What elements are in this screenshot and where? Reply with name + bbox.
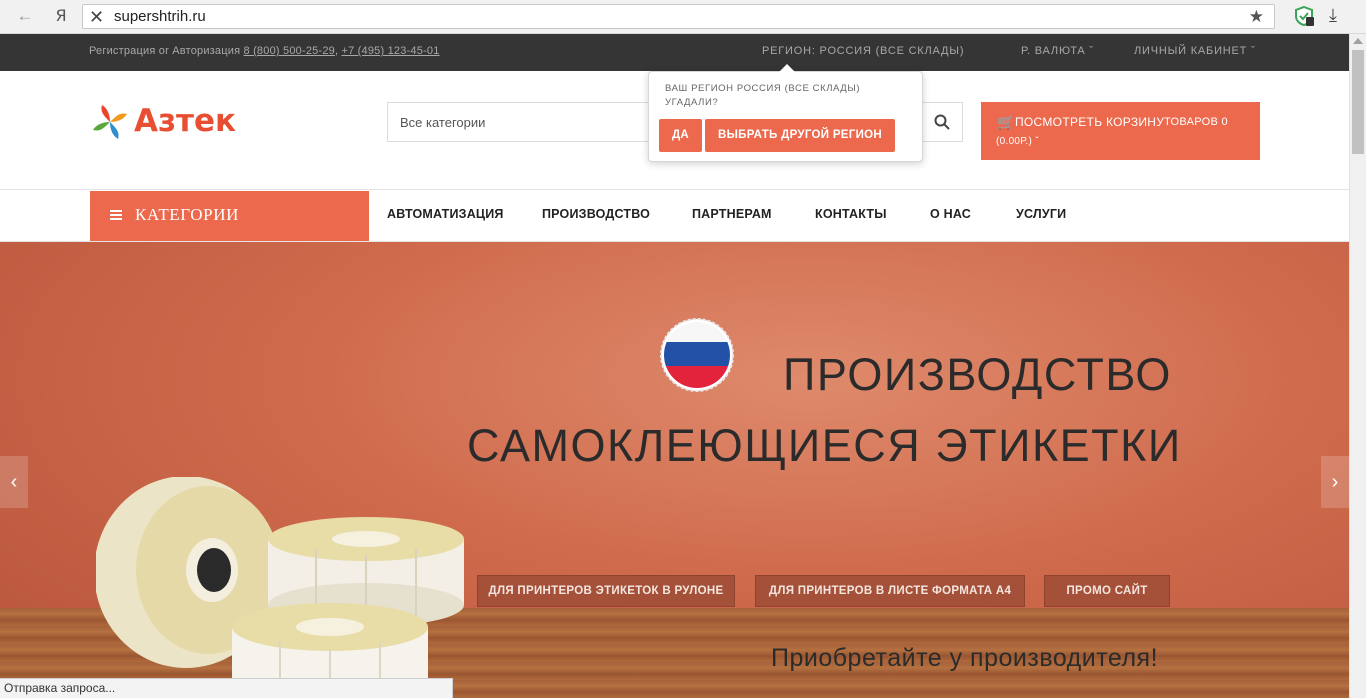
main-navigation: КАТЕГОРИИ АВТОМАТИЗАЦИЯ ПРОИЗВОДСТВО ПАР… xyxy=(0,190,1349,242)
account-dropdown[interactable]: ЛИЧНЫЙ КАБИНЕТ ˇ xyxy=(1134,45,1256,57)
phone-2-link[interactable]: +7 (495) 123-45-01 xyxy=(341,45,439,57)
cart-button[interactable]: 🛒 ПОСМОТРЕТЬ КОРЗИНУ ТОВАРОВ 0 (0.00Р.) … xyxy=(981,102,1260,160)
region-question: ВАШ РЕГИОН РОССИЯ (ВСЕ СКЛАДЫ) УГАДАЛИ? xyxy=(665,83,861,108)
chevron-down-icon: ˇ xyxy=(1251,45,1256,57)
nav-item-partners[interactable]: ПАРТНЕРАМ xyxy=(692,207,772,221)
page-scrollbar[interactable] xyxy=(1349,34,1366,698)
top-info-bar: Регистрация or Авторизация 8 (800) 500-2… xyxy=(0,34,1349,71)
cart-sum-value: (0.00Р.) xyxy=(996,136,1033,147)
register-link[interactable]: Регистрация xyxy=(89,45,156,57)
nav-item-contacts[interactable]: КОНТАКТЫ xyxy=(815,207,887,221)
russia-flag-badge-icon xyxy=(660,318,734,392)
nav-item-automation[interactable]: АВТОМАТИЗАЦИЯ xyxy=(387,207,504,221)
back-arrow-icon[interactable]: ← xyxy=(14,5,36,27)
downloads-icon[interactable]: ⤓ xyxy=(1329,5,1337,26)
login-link[interactable]: Авторизация xyxy=(172,45,240,57)
currency-label: Р. ВАЛЮТА xyxy=(1021,45,1086,57)
cart-sum: (0.00Р.) ˇ xyxy=(996,136,1039,147)
region-confirm-popup: ВАШ РЕГИОН РОССИЯ (ВСЕ СКЛАДЫ) УГАДАЛИ? … xyxy=(648,64,923,162)
cart-label: ПОСМОТРЕТЬ КОРЗИНУ xyxy=(1015,115,1165,129)
site-logo[interactable]: Азтек xyxy=(90,102,250,142)
phone-1-link[interactable]: 8 (800) 500-25-29 xyxy=(244,45,335,57)
hero-title-line2: САМОКЛЕЮЩИЕСЯ ЭТИКЕТКИ xyxy=(467,420,1182,471)
hamburger-icon xyxy=(110,210,122,220)
browser-status-bar: Отправка запроса... xyxy=(0,678,453,698)
popup-arrow xyxy=(779,64,795,72)
nav-item-production[interactable]: ПРОИЗВОДСТВО xyxy=(542,207,650,221)
choose-other-region-button[interactable]: ВЫБРАТЬ ДРУГОЙ РЕГИОН xyxy=(705,119,895,152)
logo-pinwheel-icon xyxy=(93,105,127,139)
address-bar[interactable]: ✕ supershtrih.ru ★ xyxy=(82,4,1275,29)
label-rolls-image xyxy=(96,477,464,698)
nav-item-services[interactable]: УСЛУГИ xyxy=(1016,207,1066,221)
account-label: ЛИЧНЫЙ КАБИНЕТ xyxy=(1134,45,1248,57)
chevron-down-icon: ˇ xyxy=(1089,45,1094,57)
categories-label: КАТЕГОРИИ xyxy=(135,205,239,224)
slider-next-arrow-icon[interactable]: › xyxy=(1321,456,1349,508)
logo-text: Азтек xyxy=(134,103,237,139)
hero-slider: ПРОИЗВОДСТВО САМОКЛЕЮЩИЕСЯ ЭТИКЕТКИ ДЛЯ … xyxy=(0,242,1349,698)
hero-title-line1: ПРОИЗВОДСТВО xyxy=(783,349,1172,400)
address-url[interactable]: supershtrih.ru xyxy=(114,5,206,28)
currency-dropdown[interactable]: Р. ВАЛЮТА ˇ xyxy=(1021,45,1094,57)
region-yes-button[interactable]: ДА xyxy=(659,119,702,152)
or-text: or xyxy=(158,45,169,57)
categories-menu-button[interactable]: КАТЕГОРИИ xyxy=(90,191,369,241)
labels-roll-printers-button[interactable]: ДЛЯ ПРИНТЕРОВ ЭТИКЕТОК В РУЛОНЕ xyxy=(477,575,735,607)
nav-item-about[interactable]: О НАС xyxy=(930,207,971,221)
chevron-down-icon: ˇ xyxy=(1035,136,1039,147)
shopping-basket-icon: 🛒 xyxy=(997,114,1015,130)
cart-count: ТОВАРОВ 0 xyxy=(1164,116,1228,128)
hero-tagline: Приобретайте у производителя! xyxy=(771,644,1159,672)
slider-prev-arrow-icon[interactable]: ‹ xyxy=(0,456,28,508)
browser-toolbar: ← Я ✕ supershtrih.ru ★ ⤓ xyxy=(0,0,1366,34)
stop-loading-icon[interactable]: ✕ xyxy=(89,6,104,28)
scrollbar-thumb[interactable] xyxy=(1352,50,1364,154)
scroll-up-icon[interactable] xyxy=(1353,38,1363,44)
labels-a4-printers-button[interactable]: ДЛЯ ПРИНТЕРОВ В ЛИСТЕ ФОРМАТА А4 xyxy=(755,575,1025,607)
promo-site-button[interactable]: ПРОМО САЙТ xyxy=(1044,575,1170,607)
auth-and-phones: Регистрация or Авторизация 8 (800) 500-2… xyxy=(89,45,440,57)
region-selector[interactable]: РЕГИОН: РОССИЯ (ВСЕ СКЛАДЫ) xyxy=(762,45,964,57)
bookmark-star-icon[interactable]: ★ xyxy=(1249,5,1264,28)
protect-shield-icon[interactable] xyxy=(1293,5,1315,27)
yandex-logo-icon[interactable]: Я xyxy=(50,5,72,27)
search-icon[interactable] xyxy=(934,114,950,130)
